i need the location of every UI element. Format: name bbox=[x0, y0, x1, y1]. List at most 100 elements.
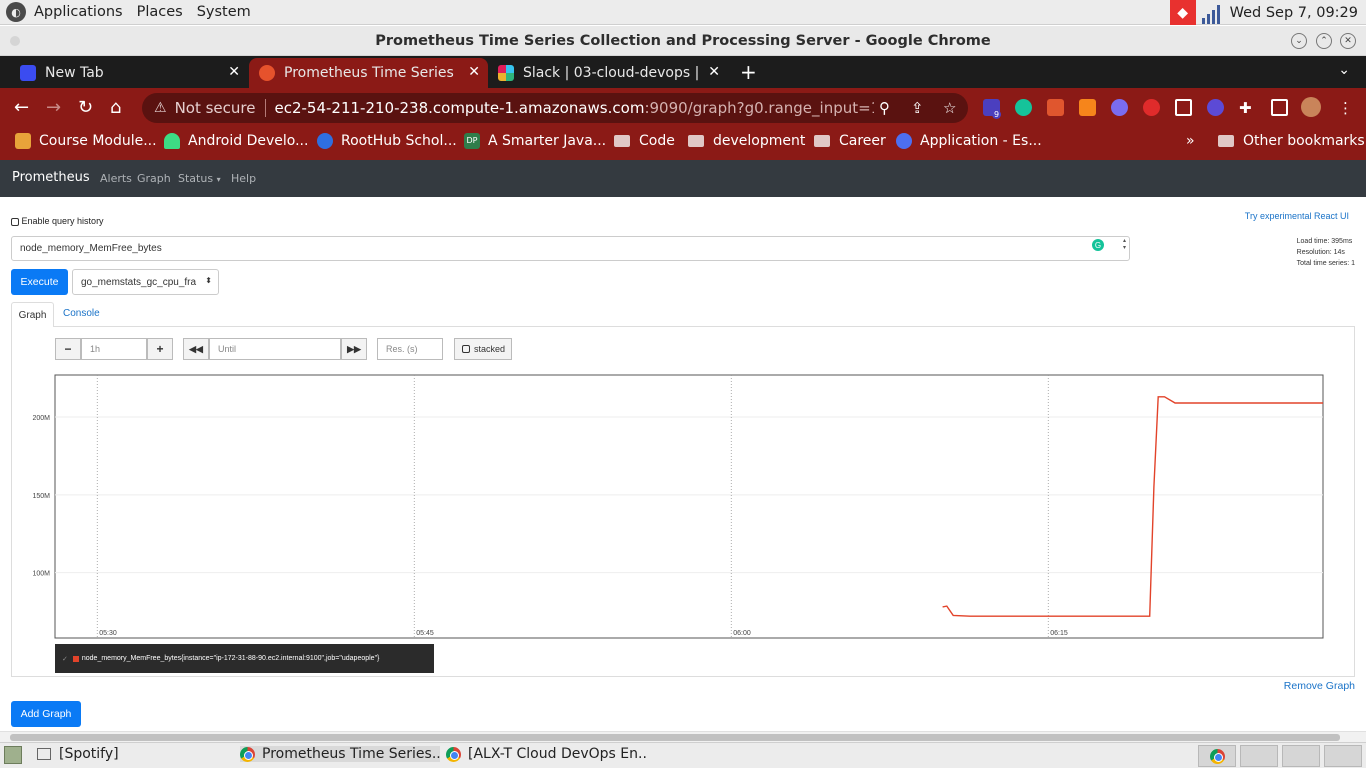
android-icon bbox=[164, 133, 180, 149]
kebab-menu-icon[interactable]: ⋮ bbox=[1338, 99, 1353, 117]
bookmarks-overflow-icon[interactable]: » bbox=[1186, 133, 1195, 149]
taskbar-item-spotify[interactable]: [Spotify] bbox=[37, 746, 227, 762]
prometheus-navbar: Prometheus Alerts Graph Status ▾ Help bbox=[0, 160, 1366, 197]
metamask-icon[interactable] bbox=[1079, 99, 1096, 116]
bookmark-folder-code[interactable]: Code bbox=[614, 133, 675, 149]
home-icon[interactable]: ⌂ bbox=[110, 97, 121, 118]
bookmark-label: Android Develo... bbox=[188, 133, 309, 149]
share-icon[interactable]: ⇪ bbox=[911, 99, 924, 117]
gnome-foot-icon[interactable]: ◐ bbox=[6, 2, 26, 22]
security-label[interactable]: Not secure bbox=[175, 99, 256, 117]
remove-graph-link[interactable]: Remove Graph bbox=[1284, 680, 1355, 692]
plot-area bbox=[54, 374, 1324, 639]
taskbar-item-alx[interactable]: [ALX-T Cloud DevOps En... bbox=[446, 746, 646, 762]
zoom-icon[interactable]: ⚲ bbox=[879, 99, 890, 117]
caret-down-icon: ▾ bbox=[216, 175, 221, 184]
bookmark-folder-development[interactable]: development bbox=[688, 133, 805, 149]
x-tick-label: 06:00 bbox=[733, 630, 751, 637]
legend-series-label[interactable]: node_memory_MemFree_bytes{instance="ip-1… bbox=[82, 655, 380, 662]
url-text[interactable]: ec2-54-211-210-238.compute-1.amazonaws.c… bbox=[274, 99, 874, 117]
new-tab-button[interactable]: + bbox=[740, 60, 757, 84]
extension-icon[interactable] bbox=[1207, 99, 1224, 116]
address-bar[interactable]: ⚠ Not secure ec2-54-211-210-238.compute-… bbox=[142, 93, 968, 123]
window-title: Prometheus Time Series Collection and Pr… bbox=[375, 33, 991, 49]
workspace-3[interactable] bbox=[1282, 745, 1320, 767]
url-path: :9090/graph?g0.range_input=1h... bbox=[644, 99, 874, 117]
taskbar-item-prometheus[interactable]: Prometheus Time Series... bbox=[240, 746, 440, 762]
minimize-icon[interactable]: ⌄ bbox=[1291, 33, 1307, 49]
back-icon[interactable]: ← bbox=[14, 97, 29, 118]
workspace-4[interactable] bbox=[1324, 745, 1362, 767]
bookmark-android[interactable]: Android Develo... bbox=[164, 133, 308, 149]
maximize-icon[interactable]: ⌃ bbox=[1316, 33, 1332, 49]
chrome-icon bbox=[1209, 748, 1225, 764]
nav-status[interactable]: Status ▾ bbox=[178, 172, 221, 185]
bookmark-label: development bbox=[713, 133, 806, 149]
extension-icon[interactable] bbox=[1047, 99, 1064, 116]
folder-icon bbox=[814, 135, 830, 147]
workspace-1[interactable] bbox=[1198, 745, 1236, 767]
prometheus-brand[interactable]: Prometheus bbox=[12, 170, 90, 185]
close-tab-icon[interactable]: ✕ bbox=[228, 64, 240, 80]
slack-icon bbox=[498, 65, 514, 81]
bookmark-course[interactable]: Course Module... bbox=[15, 133, 157, 149]
tab-prometheus[interactable]: Prometheus Time Series Co ✕ bbox=[249, 58, 488, 88]
y-tick-label: 200M bbox=[32, 415, 50, 422]
close-tab-icon[interactable]: ✕ bbox=[708, 64, 720, 80]
tab-graph[interactable]: Graph bbox=[11, 302, 54, 327]
tab-strip: New Tab ✕ Prometheus Time Series Co ✕ Sl… bbox=[0, 56, 1366, 88]
grammarly-icon[interactable] bbox=[1015, 99, 1032, 116]
add-graph-button[interactable]: Add Graph bbox=[11, 701, 81, 727]
bookmark-label: A Smarter Java... bbox=[488, 133, 607, 149]
folder-icon bbox=[1218, 135, 1234, 147]
bookmark-other[interactable]: Other bookmarks bbox=[1218, 133, 1365, 149]
forward-icon[interactable]: → bbox=[46, 97, 61, 118]
reload-icon[interactable]: ↻ bbox=[78, 97, 93, 118]
url-host: ec2-54-211-210-238.compute-1.amazonaws.c… bbox=[274, 99, 645, 117]
stop-hand-icon[interactable] bbox=[1143, 99, 1160, 116]
compass-icon[interactable] bbox=[1111, 99, 1128, 116]
tab-search-icon[interactable]: ⌄ bbox=[1338, 62, 1350, 78]
side-panel-icon[interactable] bbox=[1271, 99, 1288, 116]
picture-in-picture-icon[interactable] bbox=[1175, 99, 1192, 116]
clock[interactable]: Wed Sep 7, 09:29 bbox=[1230, 5, 1358, 21]
legend-check-icon[interactable]: ✓ bbox=[62, 655, 68, 663]
bookmark-roothub[interactable]: RootHub Schol... bbox=[317, 133, 457, 149]
tab-label: Prometheus Time Series Co bbox=[284, 65, 454, 81]
bookmark-folder-career[interactable]: Career bbox=[814, 133, 886, 149]
network-signal-icon[interactable] bbox=[1201, 2, 1224, 24]
scrollbar-thumb[interactable] bbox=[10, 734, 1340, 741]
workspace-2[interactable] bbox=[1240, 745, 1278, 767]
nav-help[interactable]: Help bbox=[231, 172, 256, 185]
avatar[interactable] bbox=[1301, 97, 1321, 117]
menu-places[interactable]: Places bbox=[137, 4, 183, 20]
nav-graph[interactable]: Graph bbox=[137, 172, 171, 185]
chrome-icon bbox=[240, 746, 255, 762]
bookmark-smarter-java[interactable]: DP A Smarter Java... bbox=[464, 133, 606, 149]
anydesk-icon[interactable]: ◆ bbox=[1169, 0, 1196, 25]
extension-badge-count: 9 bbox=[992, 110, 1002, 119]
tab-slack[interactable]: Slack | 03-cloud-devops | A ✕ bbox=[488, 58, 728, 88]
close-window-icon[interactable]: ✕ bbox=[1340, 33, 1356, 49]
bookmark-label: Code bbox=[639, 133, 675, 149]
menu-system[interactable]: System bbox=[197, 4, 251, 20]
bookmark-label: Career bbox=[839, 133, 886, 149]
menu-applications[interactable]: Applications bbox=[34, 4, 123, 20]
extensions-puzzle-icon[interactable]: ✚ bbox=[1239, 99, 1252, 117]
y-tick-label: 100M bbox=[32, 571, 50, 578]
app-icon bbox=[896, 133, 912, 149]
legend-swatch bbox=[72, 655, 79, 662]
bookmark-star-icon[interactable]: ☆ bbox=[943, 99, 956, 117]
show-desktop-icon[interactable] bbox=[4, 746, 22, 764]
warning-icon[interactable]: ⚠ bbox=[154, 100, 167, 116]
close-tab-icon[interactable]: ✕ bbox=[468, 64, 480, 80]
nav-alerts[interactable]: Alerts bbox=[100, 172, 132, 185]
system-tray: ◆ Wed Sep 7, 09:29 bbox=[1169, 0, 1366, 25]
tab-new-tab[interactable]: New Tab ✕ bbox=[0, 58, 248, 88]
dp-icon: DP bbox=[464, 133, 480, 149]
horizontal-scrollbar[interactable] bbox=[0, 731, 1366, 742]
x-tick-label: 05:30 bbox=[99, 630, 117, 637]
prometheus-graph-page: Enable query history Try experimental Re… bbox=[0, 197, 1366, 731]
bottom-taskbar: [Spotify] Prometheus Time Series... [ALX… bbox=[0, 742, 1366, 768]
bookmark-application[interactable]: Application - Es... bbox=[896, 133, 1042, 149]
